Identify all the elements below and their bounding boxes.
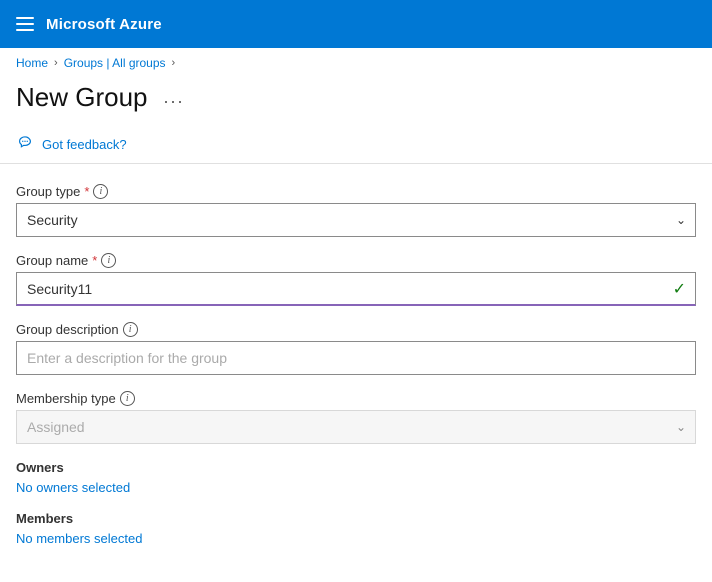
- group-type-required: *: [84, 184, 89, 199]
- breadcrumb-sep-1: ›: [54, 57, 58, 69]
- feedback-label: Got feedback?: [42, 137, 127, 152]
- group-name-required: *: [92, 253, 97, 268]
- group-description-label: Group description i: [16, 322, 696, 337]
- breadcrumb: Home › Groups | All groups ›: [0, 48, 712, 74]
- membership-type-select: Assigned: [16, 410, 696, 444]
- membership-type-select-wrapper: Assigned ⌄: [16, 410, 696, 444]
- membership-type-field: Membership type i Assigned ⌄: [16, 391, 696, 444]
- more-options-button[interactable]: ...: [158, 85, 191, 110]
- group-name-field: Group name * i ✓: [16, 253, 696, 306]
- page-title: New Group: [16, 82, 148, 113]
- group-description-info-icon[interactable]: i: [123, 322, 138, 337]
- group-description-field: Group description i: [16, 322, 696, 375]
- group-description-input[interactable]: [16, 341, 696, 375]
- breadcrumb-groups[interactable]: Groups | All groups: [64, 56, 166, 70]
- members-section: Members No members selected: [16, 511, 696, 546]
- owners-label: Owners: [16, 460, 696, 475]
- group-type-info-icon[interactable]: i: [93, 184, 108, 199]
- membership-type-label: Membership type i: [16, 391, 696, 406]
- breadcrumb-sep-2: ›: [172, 57, 176, 69]
- group-name-input-wrapper: ✓: [16, 272, 696, 306]
- feedback-icon: [16, 135, 34, 153]
- group-name-input[interactable]: [16, 272, 696, 306]
- feedback-row[interactable]: Got feedback?: [0, 125, 712, 163]
- page-header: New Group ...: [0, 74, 712, 125]
- membership-type-info-icon[interactable]: i: [120, 391, 135, 406]
- group-type-field: Group type * i Security Microsoft 365 ⌄: [16, 184, 696, 237]
- group-type-select-wrapper: Security Microsoft 365 ⌄: [16, 203, 696, 237]
- group-name-info-icon[interactable]: i: [101, 253, 116, 268]
- breadcrumb-home[interactable]: Home: [16, 56, 48, 70]
- group-type-select[interactable]: Security Microsoft 365: [16, 203, 696, 237]
- group-type-label: Group type * i: [16, 184, 696, 199]
- app-title: Microsoft Azure: [46, 16, 162, 33]
- hamburger-menu[interactable]: [16, 17, 34, 31]
- form-area: Group type * i Security Microsoft 365 ⌄ …: [0, 164, 712, 582]
- owners-link[interactable]: No owners selected: [16, 480, 130, 495]
- top-bar: Microsoft Azure: [0, 0, 712, 48]
- members-label: Members: [16, 511, 696, 526]
- owners-section: Owners No owners selected: [16, 460, 696, 495]
- members-link[interactable]: No members selected: [16, 531, 142, 546]
- group-name-label: Group name * i: [16, 253, 696, 268]
- group-name-check-icon: ✓: [673, 279, 686, 299]
